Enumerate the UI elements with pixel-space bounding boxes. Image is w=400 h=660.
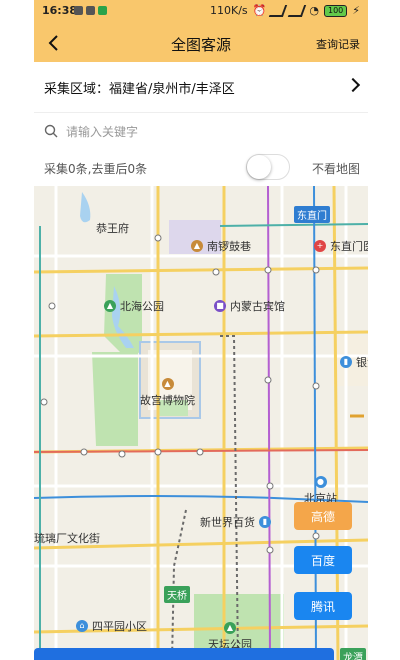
search-icon — [44, 124, 58, 138]
region-label: 采集区域：福建省/泉州市/丰泽区 — [44, 82, 235, 97]
status-right: 110K/s ⏰ ◔ 100 ⚡ — [210, 4, 360, 17]
signal-icon — [288, 4, 307, 17]
baidu-map-button[interactable]: 百度 — [294, 546, 352, 574]
station-longtan[interactable]: 龙潭 — [340, 648, 366, 660]
hotel-icon: ■ — [214, 300, 226, 312]
notification-icon — [98, 6, 107, 15]
gaode-map-button[interactable]: 高德 — [294, 502, 352, 530]
poi-liulichang[interactable]: 琉璃厂文化街 — [34, 530, 100, 546]
tencent-map-button[interactable]: 腾讯 — [294, 592, 352, 620]
map-toggle[interactable] — [246, 154, 290, 180]
poi-nanluoguxiang[interactable]: ▲ 南锣鼓巷 — [191, 238, 251, 254]
chevron-right-icon — [345, 77, 361, 93]
toggle-knob — [247, 155, 271, 179]
left-gutter — [0, 0, 34, 660]
query-history-button[interactable]: 查询记录 — [316, 36, 360, 52]
station-dongzhimen[interactable]: 东直门 — [294, 206, 330, 223]
museum-icon: ▲ — [191, 240, 203, 252]
map-view[interactable]: 恭王府 ▲ 南锣鼓巷 东直门 + 东直门医 ▲ 北海公园 ■ 内蒙古宾馆 ▮ 银… — [34, 186, 368, 660]
network-speed: 110K/s — [210, 4, 248, 17]
signal-icon — [269, 4, 288, 17]
poi-siping[interactable]: ⌂ 四平园小区 — [76, 618, 147, 634]
collect-count: 采集0条,去重后0条 — [44, 162, 148, 176]
poi-yinhe[interactable]: ▮ 银河 — [340, 354, 368, 370]
poi-xinshijie[interactable]: 新世界百货 ▮ — [200, 514, 271, 530]
notification-icon — [74, 6, 83, 15]
app-content: 16:38 110K/s ⏰ ◔ 100 ⚡ 全图客源 查询记录 采集区域：福建… — [34, 0, 368, 660]
charging-icon: ⚡ — [352, 4, 360, 17]
wifi-icon: ◔ — [309, 4, 319, 17]
search-input[interactable]: 请输入关键字 — [66, 123, 138, 140]
bank-icon: ▮ — [340, 356, 352, 368]
poi-gugong[interactable]: ▲ 故宫博物院 — [140, 378, 195, 408]
map-canvas — [34, 186, 368, 660]
poi-gongwangfu[interactable]: 恭王府 — [96, 220, 129, 236]
poi-beihai[interactable]: ▲ 北海公园 — [104, 298, 164, 314]
park-icon: ▲ — [104, 300, 116, 312]
no-map-label: 不看地图 — [311, 162, 360, 176]
right-gutter — [368, 0, 400, 660]
battery-icon: 100 — [323, 4, 348, 17]
region-selector[interactable]: 采集区域：福建省/泉州市/丰泽区 — [34, 62, 368, 113]
poi-dongzhimen-hospital[interactable]: + 东直门医 — [314, 238, 368, 254]
bottom-action-bar[interactable] — [34, 648, 334, 660]
residence-icon: ⌂ — [76, 620, 88, 632]
hospital-icon: + — [314, 240, 326, 252]
status-time: 16:38 — [42, 4, 78, 17]
status-bar: 16:38 110K/s ⏰ ◔ 100 ⚡ — [34, 0, 368, 24]
search-bar[interactable]: 请输入关键字 — [34, 116, 368, 146]
train-icon: ● — [314, 476, 327, 488]
info-row: 采集0条,去重后0条 不看地图 — [34, 152, 368, 184]
app-bar: 全图客源 查询记录 — [34, 24, 368, 62]
poi-neimenggu[interactable]: ■ 内蒙古宾馆 — [214, 298, 285, 314]
shopping-icon: ▮ — [259, 516, 271, 528]
park-icon: ▲ — [224, 622, 236, 634]
notification-icon — [86, 6, 95, 15]
screen: 16:38 110K/s ⏰ ◔ 100 ⚡ 全图客源 查询记录 采集区域：福建… — [0, 0, 400, 660]
museum-icon: ▲ — [161, 378, 174, 390]
station-tianqiao[interactable]: 天桥 — [164, 586, 190, 603]
alarm-icon: ⏰ — [252, 4, 267, 17]
